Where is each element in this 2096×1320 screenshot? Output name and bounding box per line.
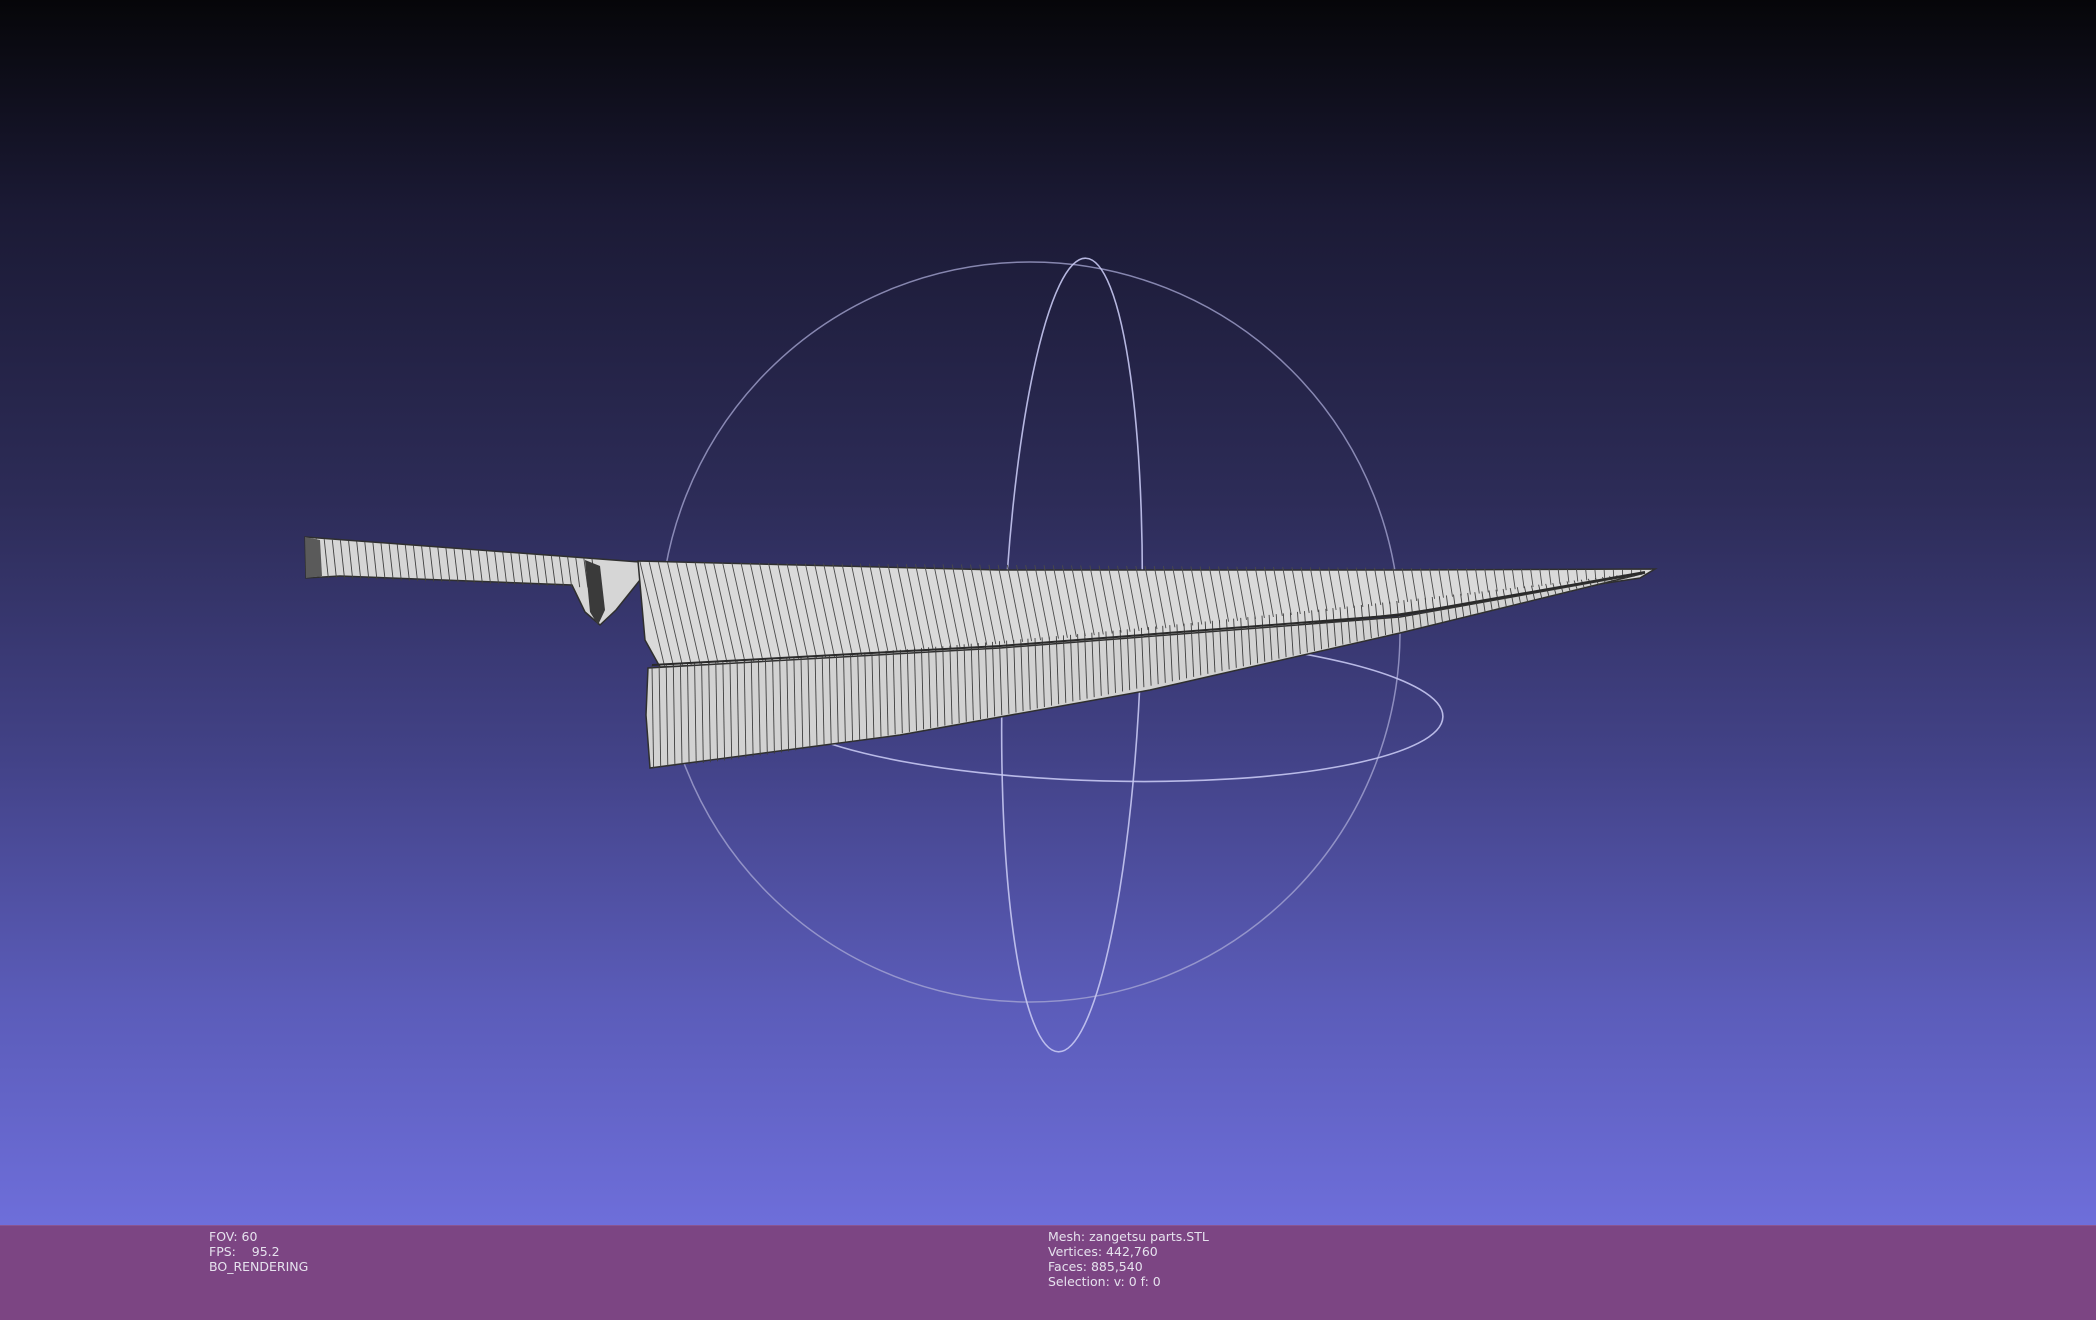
vertices-readout: Vertices: 442,760 [1048, 1244, 1158, 1259]
render-stats: FOV: 60 FPS: 95.2 BO_RENDERING [209, 1229, 308, 1274]
mesh-model[interactable] [304, 536, 1658, 769]
mesh-edge [1603, 569, 1606, 579]
mesh-handle-end [305, 537, 322, 578]
faces-readout: Faces: 885,540 [1048, 1259, 1143, 1274]
fps-readout: FPS: 95.2 [209, 1244, 280, 1259]
selection-readout: Selection: v: 0 f: 0 [1048, 1274, 1161, 1289]
3d-viewport[interactable]: FOV: 60 FPS: 95.2 BO_RENDERING Mesh: zan… [0, 0, 2096, 1320]
mesh-stats: Mesh: zangetsu parts.STL Vertices: 442,7… [1048, 1229, 1209, 1289]
render-mode-readout: BO_RENDERING [209, 1259, 309, 1274]
fov-readout: FOV: 60 [209, 1229, 258, 1244]
scene-canvas[interactable] [0, 0, 2096, 1225]
mesh-name-readout: Mesh: zangetsu parts.STL [1048, 1229, 1209, 1244]
